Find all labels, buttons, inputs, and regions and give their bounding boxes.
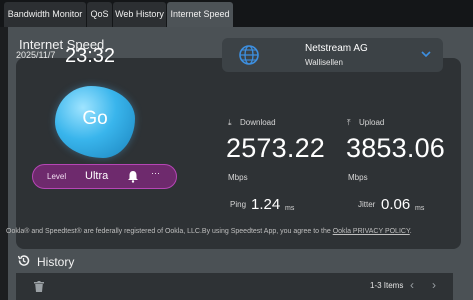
download-value: 2573.22 <box>226 133 325 163</box>
level-selector[interactable]: Level Ultra ··· <box>32 164 177 189</box>
chevron-down-icon[interactable] <box>419 47 433 61</box>
server-name: Netstream AG <box>305 43 368 54</box>
trash-icon[interactable] <box>34 281 44 292</box>
globe-icon <box>239 45 259 65</box>
upload-value: 3853.06 <box>346 133 445 163</box>
go-button-label: Go <box>82 108 108 129</box>
download-arrow-icon: ⤓ <box>228 118 232 127</box>
test-date: 2025/11/7 <box>16 50 56 60</box>
server-selector[interactable]: Netstream AG Wallisellen <box>222 38 443 72</box>
previous-page-button[interactable]: ‹ <box>410 278 414 292</box>
jitter-value: 0.06 <box>381 196 411 213</box>
ping-unit: ms <box>285 205 295 212</box>
tab-web-history[interactable]: Web History <box>113 2 166 27</box>
next-page-button[interactable]: › <box>432 278 436 292</box>
tab-internet-speed[interactable]: Internet Speed <box>167 2 233 27</box>
items-count: 1-3 Items <box>370 281 404 290</box>
history-title: History <box>37 255 75 269</box>
level-label: Level <box>47 172 67 181</box>
tab-qos[interactable]: QoS <box>87 2 112 27</box>
upload-label: ⤒ Upload <box>347 118 385 127</box>
tab-bandwidth-monitor[interactable]: Bandwidth Monitor <box>4 2 86 27</box>
ookla-notice: Ookla® and Speedtest® are federally regi… <box>6 228 412 235</box>
bell-icon[interactable] <box>127 170 139 183</box>
ping-label: Ping <box>230 200 247 209</box>
jitter-unit: ms <box>415 205 425 212</box>
upload-unit: Mbps <box>348 173 368 182</box>
upload-arrow-icon: ⤒ <box>347 118 351 127</box>
history-toolbar: 1-3 Items ‹ › <box>16 273 453 300</box>
more-options-icon[interactable]: ··· <box>151 168 160 178</box>
tab-bar: Bandwidth Monitor QoS Web History Intern… <box>0 0 473 27</box>
privacy-policy-link[interactable]: Ookla PRIVACY POLICY <box>333 228 410 235</box>
history-icon <box>17 255 30 266</box>
download-unit: Mbps <box>228 173 248 182</box>
download-label: ⤓ Download <box>228 118 276 127</box>
server-city: Wallisellen <box>305 58 343 67</box>
ping-value: 1.24 <box>251 196 281 213</box>
jitter-label: Jitter <box>358 200 376 209</box>
level-value: Ultra <box>85 170 109 182</box>
test-time: 23:32 <box>65 45 116 67</box>
